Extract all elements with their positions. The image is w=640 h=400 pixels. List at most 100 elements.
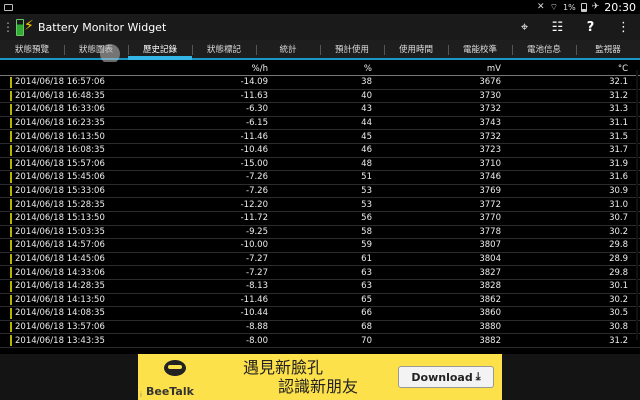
sliders-icon[interactable]: ☷	[541, 14, 574, 40]
row-time: 2014/06/18 14:13:50	[15, 294, 105, 305]
row-rate: -11.72	[240, 213, 268, 224]
ad-info-icon[interactable]: i	[140, 391, 142, 399]
wifi-icon: ⌔	[549, 2, 559, 13]
row-voltage: 3778	[479, 226, 501, 237]
bee-icon	[164, 360, 186, 376]
row-time: 2014/06/18 14:08:35	[15, 308, 105, 319]
table-row[interactable]: 2014/06/18 15:03:35 -9.25 58 3778 30.2	[0, 226, 640, 240]
tab-history[interactable]: 歷史記錄	[128, 40, 192, 60]
airplane-icon: ✈	[591, 2, 600, 12]
row-time: 2014/06/18 13:57:06	[15, 321, 105, 332]
row-voltage: 3743	[479, 118, 501, 129]
row-time: 2014/06/18 16:57:06	[15, 77, 105, 88]
ad-line1: 遇見新臉孔	[242, 358, 323, 377]
row-temperature: 31.9	[609, 158, 628, 169]
table-row[interactable]: 2014/06/18 14:28:35 -8.13 63 3828 30.1	[0, 280, 640, 294]
row-temperature: 31.1	[609, 118, 628, 129]
table-row[interactable]: 2014/06/18 14:57:06 -10.00 59 3807 29.8	[0, 239, 640, 253]
row-rate: -6.30	[246, 104, 268, 115]
ad-text: 遇見新臉孔 認識新朋友	[208, 358, 398, 396]
row-rate: -8.88	[246, 321, 268, 332]
table-body: 2014/06/18 16:57:06 -14.09 38 3676 32.1 2014/…	[0, 76, 640, 348]
location-pin-icon[interactable]: ⌖	[508, 14, 541, 40]
row-rate: -8.13	[246, 281, 268, 292]
row-temperature: 31.7	[609, 145, 628, 156]
status-bar: ✕ ⌔ 1% ✈ 20:30	[0, 0, 640, 14]
table-row[interactable]: 2014/06/18 16:48:35 -11.63 40 3730 31.2	[0, 90, 640, 104]
row-time: 2014/06/18 16:48:35	[15, 90, 105, 101]
tab-status-marks[interactable]: 狀態標記	[192, 40, 256, 58]
row-percent: 63	[361, 267, 372, 278]
help-icon[interactable]: ?	[574, 14, 607, 40]
row-temperature: 30.2	[609, 226, 628, 237]
tab-statistics[interactable]: 統計	[256, 40, 320, 58]
row-rate: -8.00	[246, 335, 268, 346]
row-time: 2014/06/18 14:45:06	[15, 254, 105, 265]
row-time: 2014/06/18 15:45:06	[15, 172, 105, 183]
row-percent: 53	[361, 186, 372, 197]
row-rate: -14.09	[240, 77, 268, 88]
row-rate: -7.26	[246, 172, 268, 183]
row-time: 2014/06/18 13:43:35	[15, 335, 105, 346]
table-row[interactable]: 2014/06/18 14:08:35 -10.44 66 3860 30.5	[0, 307, 640, 321]
drawer-dots-icon[interactable]: ⋮	[2, 20, 14, 34]
row-percent: 70	[361, 335, 372, 346]
row-rate: -12.20	[240, 199, 268, 210]
row-temperature: 30.7	[609, 213, 628, 224]
tab-monitor[interactable]: 監視器	[576, 40, 640, 58]
table-row[interactable]: 2014/06/18 16:13:50 -11.46 45 3732 31.5	[0, 130, 640, 144]
header-temperature: °C	[617, 63, 628, 74]
row-temperature: 31.3	[609, 104, 628, 115]
tab-battery-info[interactable]: 電池信息	[512, 40, 576, 58]
row-percent: 63	[361, 281, 372, 292]
history-table[interactable]: %/h % mV °C 2014/06/18 16:57:06 -14.09 38 3…	[0, 62, 640, 354]
row-time: 2014/06/18 14:33:06	[15, 267, 105, 278]
header-rate: %/h	[251, 63, 268, 74]
tab-calibration[interactable]: 電能校準	[448, 40, 512, 58]
table-row[interactable]: 2014/06/18 15:45:06 -7.26 51 3746 31.6	[0, 171, 640, 185]
table-row[interactable]: 2014/06/18 14:33:06 -7.27 63 3827 29.8	[0, 266, 640, 280]
row-temperature: 31.2	[609, 90, 628, 101]
row-temperature: 29.8	[609, 267, 628, 278]
header-voltage: mV	[486, 63, 501, 74]
row-voltage: 3723	[479, 145, 501, 156]
row-time: 2014/06/18 15:28:35	[15, 199, 105, 210]
row-temperature: 31.5	[609, 131, 628, 142]
table-row[interactable]: 2014/06/18 13:57:06 -8.88 68 3880 30.8	[0, 321, 640, 335]
action-bar: ⋮ ⚡ Battery Monitor Widget ⌖ ☷ ? ⋮	[0, 14, 640, 40]
table-row[interactable]: 2014/06/18 16:57:06 -14.09 38 3676 32.1	[0, 76, 640, 90]
tab-status-preview[interactable]: 狀態預覽	[0, 40, 64, 58]
row-rate: -11.46	[240, 131, 268, 142]
tab-usage-time[interactable]: 使用時間	[384, 40, 448, 58]
tab-estimated-usage[interactable]: 預計使用	[320, 40, 384, 58]
table-row[interactable]: 2014/06/18 13:43:35 -8.00 70 3882 31.2	[0, 334, 640, 348]
row-voltage: 3804	[479, 254, 501, 265]
row-voltage: 3732	[479, 104, 501, 115]
row-percent: 56	[361, 213, 372, 224]
table-row[interactable]: 2014/06/18 14:45:06 -7.27 61 3804 28.9	[0, 253, 640, 267]
overflow-menu-icon[interactable]: ⋮	[607, 14, 640, 40]
table-row[interactable]: 2014/06/18 15:57:06 -15.00 48 3710 31.9	[0, 158, 640, 172]
download-button[interactable]: Download ⤓	[398, 366, 494, 388]
table-row[interactable]: 2014/06/18 15:13:50 -11.72 56 3770 30.7	[0, 212, 640, 226]
row-percent: 59	[361, 240, 372, 251]
row-voltage: 3769	[479, 186, 501, 197]
mute-icon: ✕	[537, 2, 545, 12]
scrollbar[interactable]	[636, 70, 638, 340]
table-row[interactable]: 2014/06/18 16:33:06 -6.30 43 3732 31.3	[0, 103, 640, 117]
table-row[interactable]: 2014/06/18 16:23:35 -6.15 44 3743 31.1	[0, 117, 640, 131]
table-row[interactable]: 2014/06/18 14:13:50 -11.46 65 3862 30.2	[0, 294, 640, 308]
row-rate: -11.46	[240, 294, 268, 305]
row-percent: 65	[361, 294, 372, 305]
table-row[interactable]: 2014/06/18 15:33:06 -7.26 53 3769 30.9	[0, 185, 640, 199]
row-percent: 58	[361, 226, 372, 237]
row-voltage: 3807	[479, 240, 501, 251]
ad-line2: 認識新朋友	[277, 377, 358, 396]
table-row[interactable]: 2014/06/18 16:08:35 -10.46 46 3723 31.7	[0, 144, 640, 158]
table-row[interactable]: 2014/06/18 15:28:35 -12.20 53 3772 31.0	[0, 198, 640, 212]
tab-bar: 狀態預覽 狀態圖表 歷史記錄 狀態標記 統計 預計使用 使用時間 電能校準 電池…	[0, 40, 640, 60]
row-voltage: 3770	[479, 213, 501, 224]
row-time: 2014/06/18 16:08:35	[15, 145, 105, 156]
row-rate: -10.44	[240, 308, 268, 319]
ad-banner[interactable]: BeeTalk 遇見新臉孔 認識新朋友 Download ⤓	[138, 354, 502, 400]
